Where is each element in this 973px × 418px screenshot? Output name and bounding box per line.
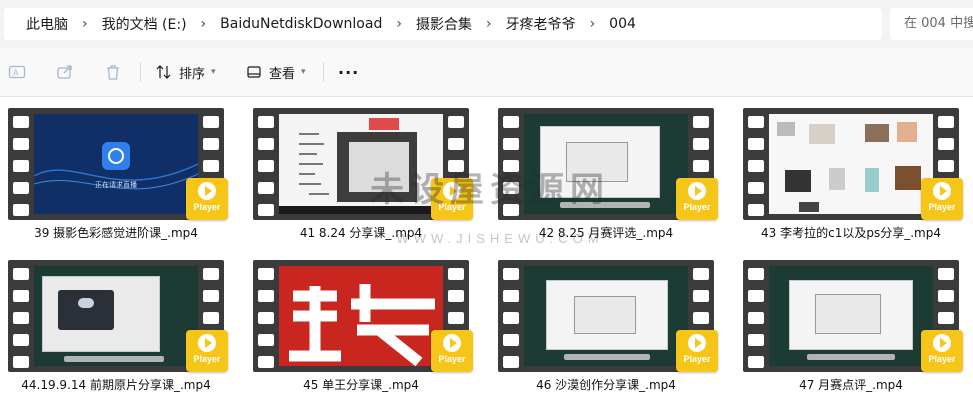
chevron-right-icon[interactable]: ›	[478, 16, 500, 32]
thumbnail-caption: 正在请求直播	[95, 181, 137, 189]
breadcrumb-folder-004[interactable]: 004	[603, 16, 642, 32]
chevron-right-icon[interactable]: ›	[193, 16, 215, 32]
address-area: 此电脑 › 我的文档 (E:) › BaiduNetdiskDownload ›…	[0, 0, 973, 49]
file-name: 46 沙漠创作分享课_.mp4	[536, 378, 676, 392]
file-name: 44.19.9.14 前期原片分享课_.mp4	[21, 378, 211, 392]
player-badge: Player	[676, 178, 718, 220]
more-options-button[interactable]: ···	[338, 60, 359, 84]
rename-button[interactable]: A	[8, 60, 26, 84]
rename-icon: A	[8, 65, 26, 79]
command-toolbar: A 排序 ▾ 查看 ▾ ···	[0, 48, 973, 97]
delete-button[interactable]	[104, 60, 122, 84]
chevron-right-icon[interactable]: ›	[582, 16, 604, 32]
toolbar-divider	[140, 62, 141, 82]
breadcrumb-this-pc[interactable]: 此电脑	[4, 14, 74, 34]
chevron-right-icon[interactable]: ›	[388, 16, 410, 32]
share-icon	[57, 65, 72, 79]
breadcrumb-baidu-download[interactable]: BaiduNetdiskDownload	[214, 16, 388, 32]
chevron-down-icon: ▾	[211, 67, 216, 77]
player-badge: Player	[921, 330, 963, 372]
breadcrumb[interactable]: 此电脑 › 我的文档 (E:) › BaiduNetdiskDownload ›…	[4, 8, 882, 40]
breadcrumb-photo-collection[interactable]: 摄影合集	[410, 14, 478, 34]
player-badge: Player	[676, 330, 718, 372]
view-label: 查看	[269, 66, 296, 82]
sort-button[interactable]: 排序 ▾	[155, 60, 216, 84]
view-button[interactable]: 查看 ▾	[245, 60, 306, 84]
chevron-right-icon[interactable]: ›	[74, 16, 96, 32]
file-name: 43 李考拉的c1以及ps分享_.mp4	[761, 226, 941, 240]
share-button[interactable]	[56, 60, 74, 84]
sort-label: 排序	[179, 66, 206, 82]
player-badge: Player	[921, 178, 963, 220]
sort-icon	[156, 65, 171, 79]
file-grid: 正在请求直播 Player 39 摄影色彩感觉进阶课_.mp4 Player 4…	[0, 96, 973, 418]
svg-text:A: A	[13, 69, 19, 78]
breadcrumb-folder-yateng[interactable]: 牙疼老爷爷	[500, 14, 582, 34]
player-badge: Player	[186, 178, 228, 220]
file-name: 41 8.24 分享课_.mp4	[299, 226, 423, 240]
chevron-down-icon: ▾	[301, 67, 306, 77]
toolbar-divider	[323, 62, 324, 82]
breadcrumb-drive-e[interactable]: 我的文档 (E:)	[96, 14, 193, 34]
stream-loading-graphic	[34, 142, 198, 190]
search-input[interactable]: 在 004 中搜	[890, 8, 973, 40]
view-icon	[247, 66, 261, 78]
player-badge: Player	[186, 330, 228, 372]
red-logo-graphic	[279, 266, 443, 366]
player-badge: Player	[431, 178, 473, 220]
player-badge: Player	[431, 330, 473, 372]
mindmap-graphic	[279, 114, 443, 214]
file-name: 39 摄影色彩感觉进阶课_.mp4	[34, 226, 198, 240]
file-name: 42 8.25 月赛评选_.mp4	[538, 226, 674, 240]
file-name: 45 单王分享课_.mp4	[303, 378, 419, 392]
trash-icon	[107, 65, 119, 80]
file-name: 47 月赛点评_.mp4	[799, 378, 903, 392]
gallery-graphic	[769, 114, 933, 214]
